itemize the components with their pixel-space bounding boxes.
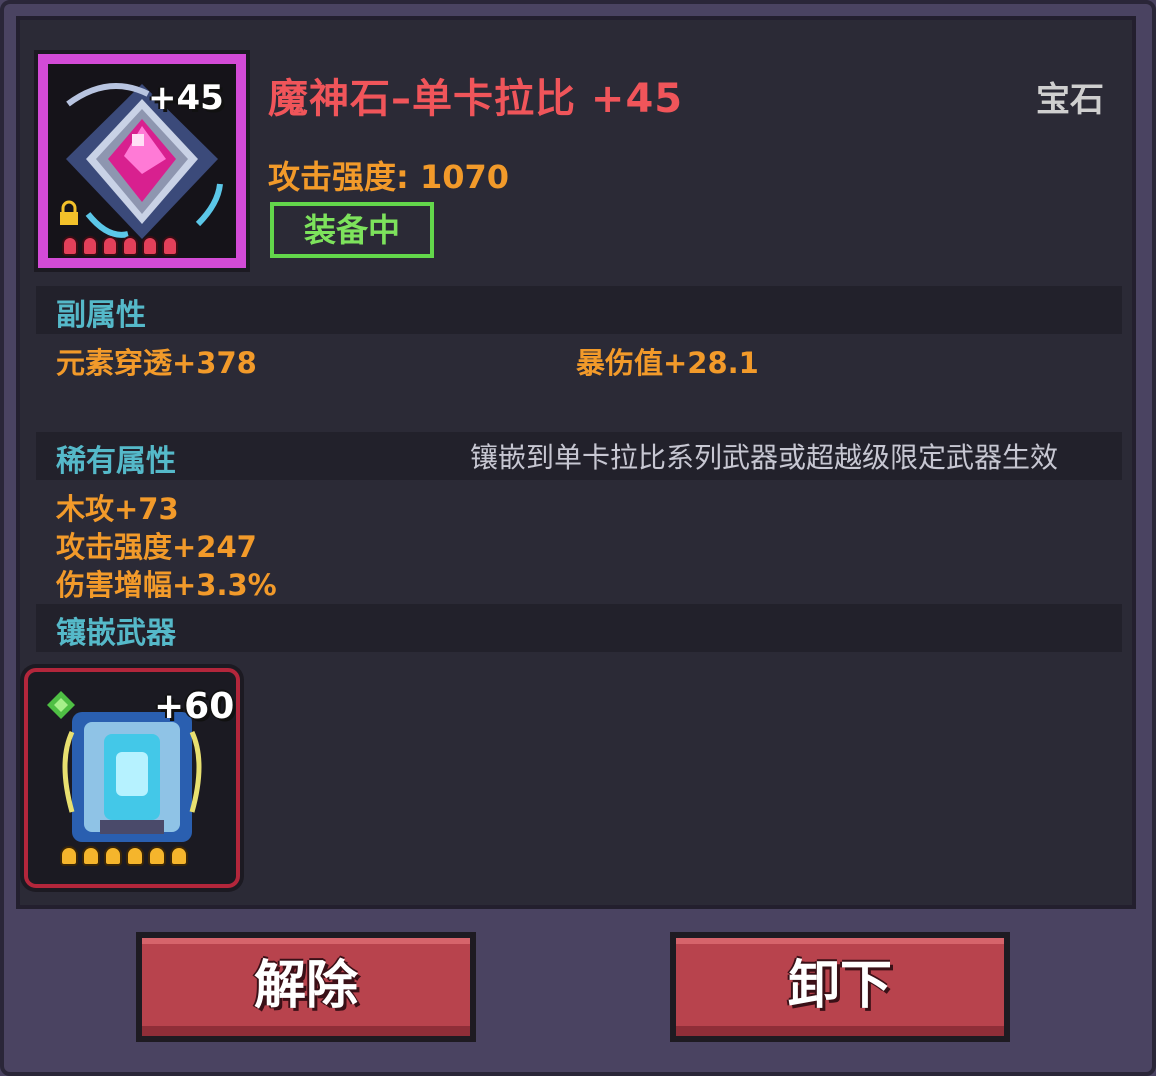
- star-icon: [144, 238, 156, 254]
- star-icon: [64, 238, 76, 254]
- star-icon: [128, 848, 142, 864]
- star-icon: [124, 238, 136, 254]
- star-icon: [104, 238, 116, 254]
- weapon-star-row: [62, 848, 194, 868]
- sub-attr-stat: 元素穿透+378: [56, 346, 257, 380]
- star-icon: [172, 848, 186, 864]
- star-icon: [84, 848, 98, 864]
- rare-attr-stat: 木攻+73: [56, 492, 179, 526]
- star-icon: [164, 238, 176, 254]
- star-icon: [62, 848, 76, 864]
- inlay-title: 镶嵌武器: [56, 616, 176, 651]
- rare-attr-stat: 攻击强度+247: [56, 530, 257, 564]
- sub-attr-header: [36, 286, 1122, 334]
- unequip-button[interactable]: 卸下: [670, 932, 1010, 1042]
- attack-strength: 攻击强度: 1070: [268, 158, 510, 196]
- star-icon: [150, 848, 164, 864]
- remove-button[interactable]: 解除: [136, 932, 476, 1042]
- item-title: 魔神石–单卡拉比 +45: [268, 76, 684, 122]
- star-icon: [106, 848, 120, 864]
- item-category: 宝石: [1036, 80, 1104, 120]
- equipped-badge: 装备中: [270, 202, 434, 258]
- rare-attr-stat: 伤害增幅+3.3%: [56, 568, 277, 602]
- weapon-level-badge: +60: [154, 686, 235, 727]
- rare-attr-title: 稀有属性: [56, 444, 176, 479]
- star-icon: [84, 238, 96, 254]
- inlay-header: [36, 604, 1122, 652]
- rare-attr-note: 镶嵌到单卡拉比系列武器或超越级限定武器生效: [470, 441, 1059, 474]
- lock-icon: [56, 200, 82, 226]
- gem-star-row: [64, 238, 184, 258]
- sub-attr-title: 副属性: [56, 298, 146, 333]
- element-badge-icon: [46, 690, 76, 720]
- sub-attr-stat: 暴伤值+28.1: [576, 346, 759, 380]
- gem-level-badge: +45: [148, 78, 224, 118]
